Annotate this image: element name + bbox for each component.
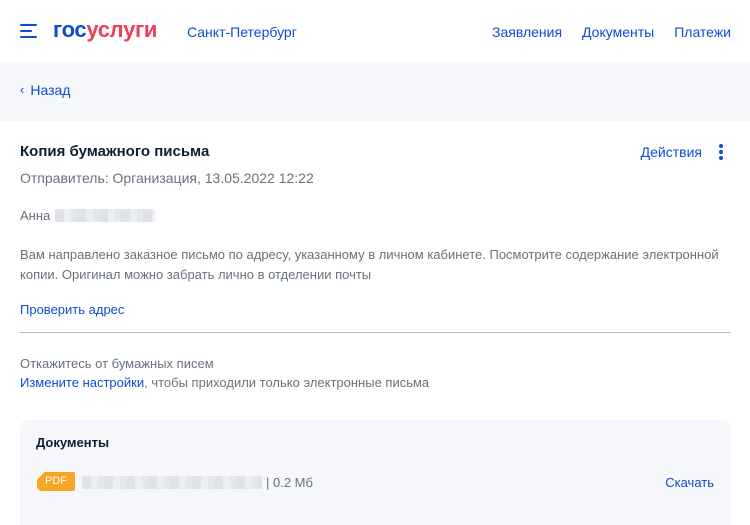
back-label: Назад — [30, 82, 71, 98]
more-vertical-icon[interactable] — [718, 144, 724, 160]
documents-panel: Документы PDF | 0.2 Мб Скачать — [20, 420, 731, 525]
back-link[interactable]: ‹ Назад — [20, 81, 70, 99]
nav-applications[interactable]: Заявления — [492, 23, 562, 41]
download-button[interactable]: Скачать — [665, 474, 714, 492]
nav-payments[interactable]: Платежи — [674, 23, 731, 41]
change-settings-link[interactable]: Измените настройки — [20, 375, 144, 390]
top-header: госуслуги Санкт-Петербург Заявления Доку… — [0, 0, 750, 62]
redacted-file-name — [82, 476, 262, 489]
opt-out-title: Откажитесь от бумажных писем — [20, 356, 214, 371]
letter-sender: Отправитель: Организация, 13.05.2022 12:… — [20, 170, 314, 186]
actions-button[interactable]: Действия — [641, 143, 702, 161]
divider — [20, 332, 731, 333]
logo-part-uslugi: услуги — [86, 17, 158, 42]
main-nav: Заявления Документы Платежи — [492, 23, 731, 41]
letter-greeting: Анна — [20, 208, 51, 223]
logo-part-gos: гос — [53, 17, 87, 42]
pdf-file-icon: PDF — [37, 472, 75, 491]
redacted-surname — [55, 209, 155, 222]
letter-message: Вам направлено заказное письмо по адресу… — [20, 247, 719, 282]
nav-documents[interactable]: Документы — [582, 23, 654, 41]
letter-title: Копия бумажного письма — [20, 143, 210, 160]
opt-out-line: Измените настройки, чтобы приходили толь… — [20, 374, 429, 392]
file-size: | 0.2 Мб — [266, 475, 313, 490]
chevron-left-icon: ‹ — [20, 82, 25, 97]
documents-title: Документы — [36, 435, 110, 450]
menu-icon[interactable] — [20, 24, 37, 38]
opt-out-rest: , чтобы приходили только электронные пис… — [144, 375, 430, 390]
city-selector[interactable]: Санкт-Петербург — [187, 23, 297, 41]
check-address-link[interactable]: Проверить адрес — [20, 301, 124, 319]
gosuslugi-logo[interactable]: госуслуги — [53, 17, 157, 43]
back-bar: ‹ Назад — [0, 62, 750, 121]
